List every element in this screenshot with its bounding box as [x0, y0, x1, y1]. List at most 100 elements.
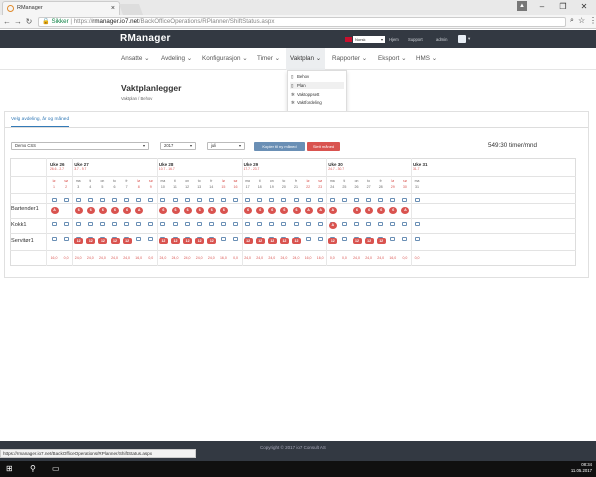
- day-toggle-checkbox[interactable]: [378, 198, 384, 202]
- day-toggle-checkbox[interactable]: [124, 198, 130, 202]
- day-toggle-checkbox[interactable]: [208, 198, 214, 202]
- day-toggle-checkbox[interactable]: [63, 222, 69, 226]
- day-toggle-checkbox[interactable]: [341, 198, 347, 202]
- menu-hms[interactable]: HMS ⌄: [416, 55, 437, 62]
- day-toggle-checkbox[interactable]: [305, 198, 311, 202]
- dropdown-item-vaktoppsett[interactable]: ✲ Vaktoppsett: [290, 91, 344, 98]
- menu-konfigurasjon[interactable]: Konfigurasjon ⌄: [202, 55, 248, 62]
- shift-marker[interactable]: A: [328, 206, 337, 214]
- day-toggle-checkbox[interactable]: [184, 198, 190, 202]
- day-toggle-checkbox[interactable]: [269, 222, 275, 226]
- month-select[interactable]: juli ▾: [207, 142, 245, 150]
- menu-eksport[interactable]: Eksport ⌄: [378, 55, 406, 62]
- url-input[interactable]: 🔒 Sikker | https://rmanager.io7.net/Back…: [38, 17, 566, 27]
- day-toggle-checkbox[interactable]: [317, 237, 323, 241]
- user-link[interactable]: admin: [436, 37, 447, 42]
- minimize-icon[interactable]: –: [532, 0, 552, 13]
- menu-timer[interactable]: Timer ⌄: [257, 55, 280, 62]
- shift-marker[interactable]: 12: [364, 238, 374, 244]
- task-view-icon[interactable]: ▭: [52, 461, 60, 477]
- day-toggle-checkbox[interactable]: [87, 222, 93, 226]
- taskbar-clock[interactable]: 08:34 11.05.2017: [560, 462, 592, 474]
- close-tab-icon[interactable]: ×: [111, 2, 115, 15]
- day-toggle-checkbox[interactable]: [414, 198, 420, 202]
- shift-marker[interactable]: A: [135, 206, 144, 214]
- day-toggle-checkbox[interactable]: [220, 237, 226, 241]
- copy-month-button[interactable]: Kopier til ny måned: [254, 142, 305, 151]
- zoom-icon[interactable]: ⌕: [570, 17, 574, 25]
- day-toggle-checkbox[interactable]: [172, 198, 178, 202]
- menu-avdeling[interactable]: Avdeling ⌄: [161, 55, 192, 62]
- department-select[interactable]: Demo CSS ▾: [11, 142, 149, 150]
- maximize-icon[interactable]: ❐: [553, 0, 573, 13]
- shift-marker[interactable]: 6: [74, 206, 83, 214]
- day-toggle-checkbox[interactable]: [233, 237, 238, 241]
- menu-vaktplan[interactable]: Vaktplan ⌄: [286, 48, 326, 70]
- day-toggle-checkbox[interactable]: [402, 198, 408, 202]
- shift-marker[interactable]: 6: [377, 206, 386, 214]
- shift-marker[interactable]: 6: [268, 206, 277, 214]
- day-toggle-checkbox[interactable]: [402, 237, 408, 241]
- day-toggle-checkbox[interactable]: [354, 222, 359, 226]
- day-toggle-checkbox[interactable]: [317, 222, 323, 226]
- shift-marker[interactable]: 12: [171, 238, 180, 244]
- shift-marker[interactable]: A: [316, 206, 325, 214]
- dropdown-item-vaktfordeling[interactable]: ✲ Vaktfordeling: [290, 99, 344, 106]
- day-toggle-checkbox[interactable]: [233, 198, 238, 202]
- dropdown-item-behov[interactable]: ▯ Behov: [290, 73, 344, 80]
- shift-marker[interactable]: A: [401, 206, 410, 214]
- shift-marker[interactable]: 6: [280, 206, 289, 214]
- day-toggle-checkbox[interactable]: [87, 198, 93, 202]
- home-link[interactable]: Hjem: [389, 37, 399, 42]
- shift-marker[interactable]: 12: [183, 238, 193, 244]
- shift-marker[interactable]: 6: [111, 206, 119, 214]
- shift-marker[interactable]: 6: [292, 206, 301, 214]
- shift-marker[interactable]: 6: [207, 206, 216, 214]
- day-toggle-checkbox[interactable]: [402, 222, 408, 226]
- day-toggle-checkbox[interactable]: [75, 198, 81, 202]
- shift-marker[interactable]: A: [50, 206, 59, 214]
- day-toggle-checkbox[interactable]: [281, 222, 287, 226]
- shift-marker[interactable]: 12: [195, 238, 205, 244]
- day-toggle-checkbox[interactable]: [63, 237, 69, 241]
- shift-marker[interactable]: 6: [219, 206, 228, 214]
- shift-marker[interactable]: 12: [255, 238, 265, 244]
- day-toggle-checkbox[interactable]: [51, 222, 57, 226]
- shift-marker[interactable]: 12: [207, 238, 217, 244]
- day-toggle-checkbox[interactable]: [233, 222, 238, 226]
- day-toggle-checkbox[interactable]: [136, 237, 142, 241]
- day-toggle-checkbox[interactable]: [354, 198, 359, 202]
- profile-icon[interactable]: ▲: [517, 1, 527, 11]
- day-toggle-checkbox[interactable]: [172, 222, 178, 226]
- day-toggle-checkbox[interactable]: [148, 237, 154, 241]
- shift-marker[interactable]: 6: [365, 206, 374, 214]
- day-toggle-checkbox[interactable]: [390, 198, 396, 202]
- day-toggle-checkbox[interactable]: [341, 222, 347, 226]
- day-toggle-checkbox[interactable]: [160, 198, 166, 202]
- day-toggle-checkbox[interactable]: [160, 222, 166, 226]
- chevron-down-icon[interactable]: ▾: [468, 36, 470, 42]
- day-toggle-checkbox[interactable]: [136, 222, 142, 226]
- day-toggle-checkbox[interactable]: [208, 222, 214, 226]
- bookmark-star-icon[interactable]: ☆: [578, 16, 585, 25]
- shift-marker[interactable]: 12: [267, 238, 277, 244]
- shift-marker[interactable]: 12: [352, 238, 362, 244]
- day-toggle-checkbox[interactable]: [220, 222, 226, 226]
- day-toggle-checkbox[interactable]: [281, 198, 287, 202]
- day-toggle-checkbox[interactable]: [112, 198, 117, 202]
- back-icon[interactable]: ←: [2, 15, 12, 29]
- day-toggle-checkbox[interactable]: [196, 198, 202, 202]
- close-window-icon[interactable]: ✕: [574, 0, 594, 13]
- day-toggle-checkbox[interactable]: [245, 222, 251, 226]
- day-toggle-checkbox[interactable]: [414, 222, 420, 226]
- day-toggle-checkbox[interactable]: [293, 198, 299, 202]
- reload-icon[interactable]: ↻: [24, 15, 34, 29]
- day-toggle-checkbox[interactable]: [257, 222, 263, 226]
- day-toggle-checkbox[interactable]: [136, 198, 142, 202]
- shift-marker[interactable]: 6: [244, 206, 253, 214]
- shift-marker[interactable]: 12: [110, 238, 120, 244]
- day-toggle-checkbox[interactable]: [293, 222, 299, 226]
- user-avatar-icon[interactable]: [458, 35, 466, 43]
- browser-tab[interactable]: RManager ×: [2, 1, 120, 15]
- day-toggle-checkbox[interactable]: [390, 222, 396, 226]
